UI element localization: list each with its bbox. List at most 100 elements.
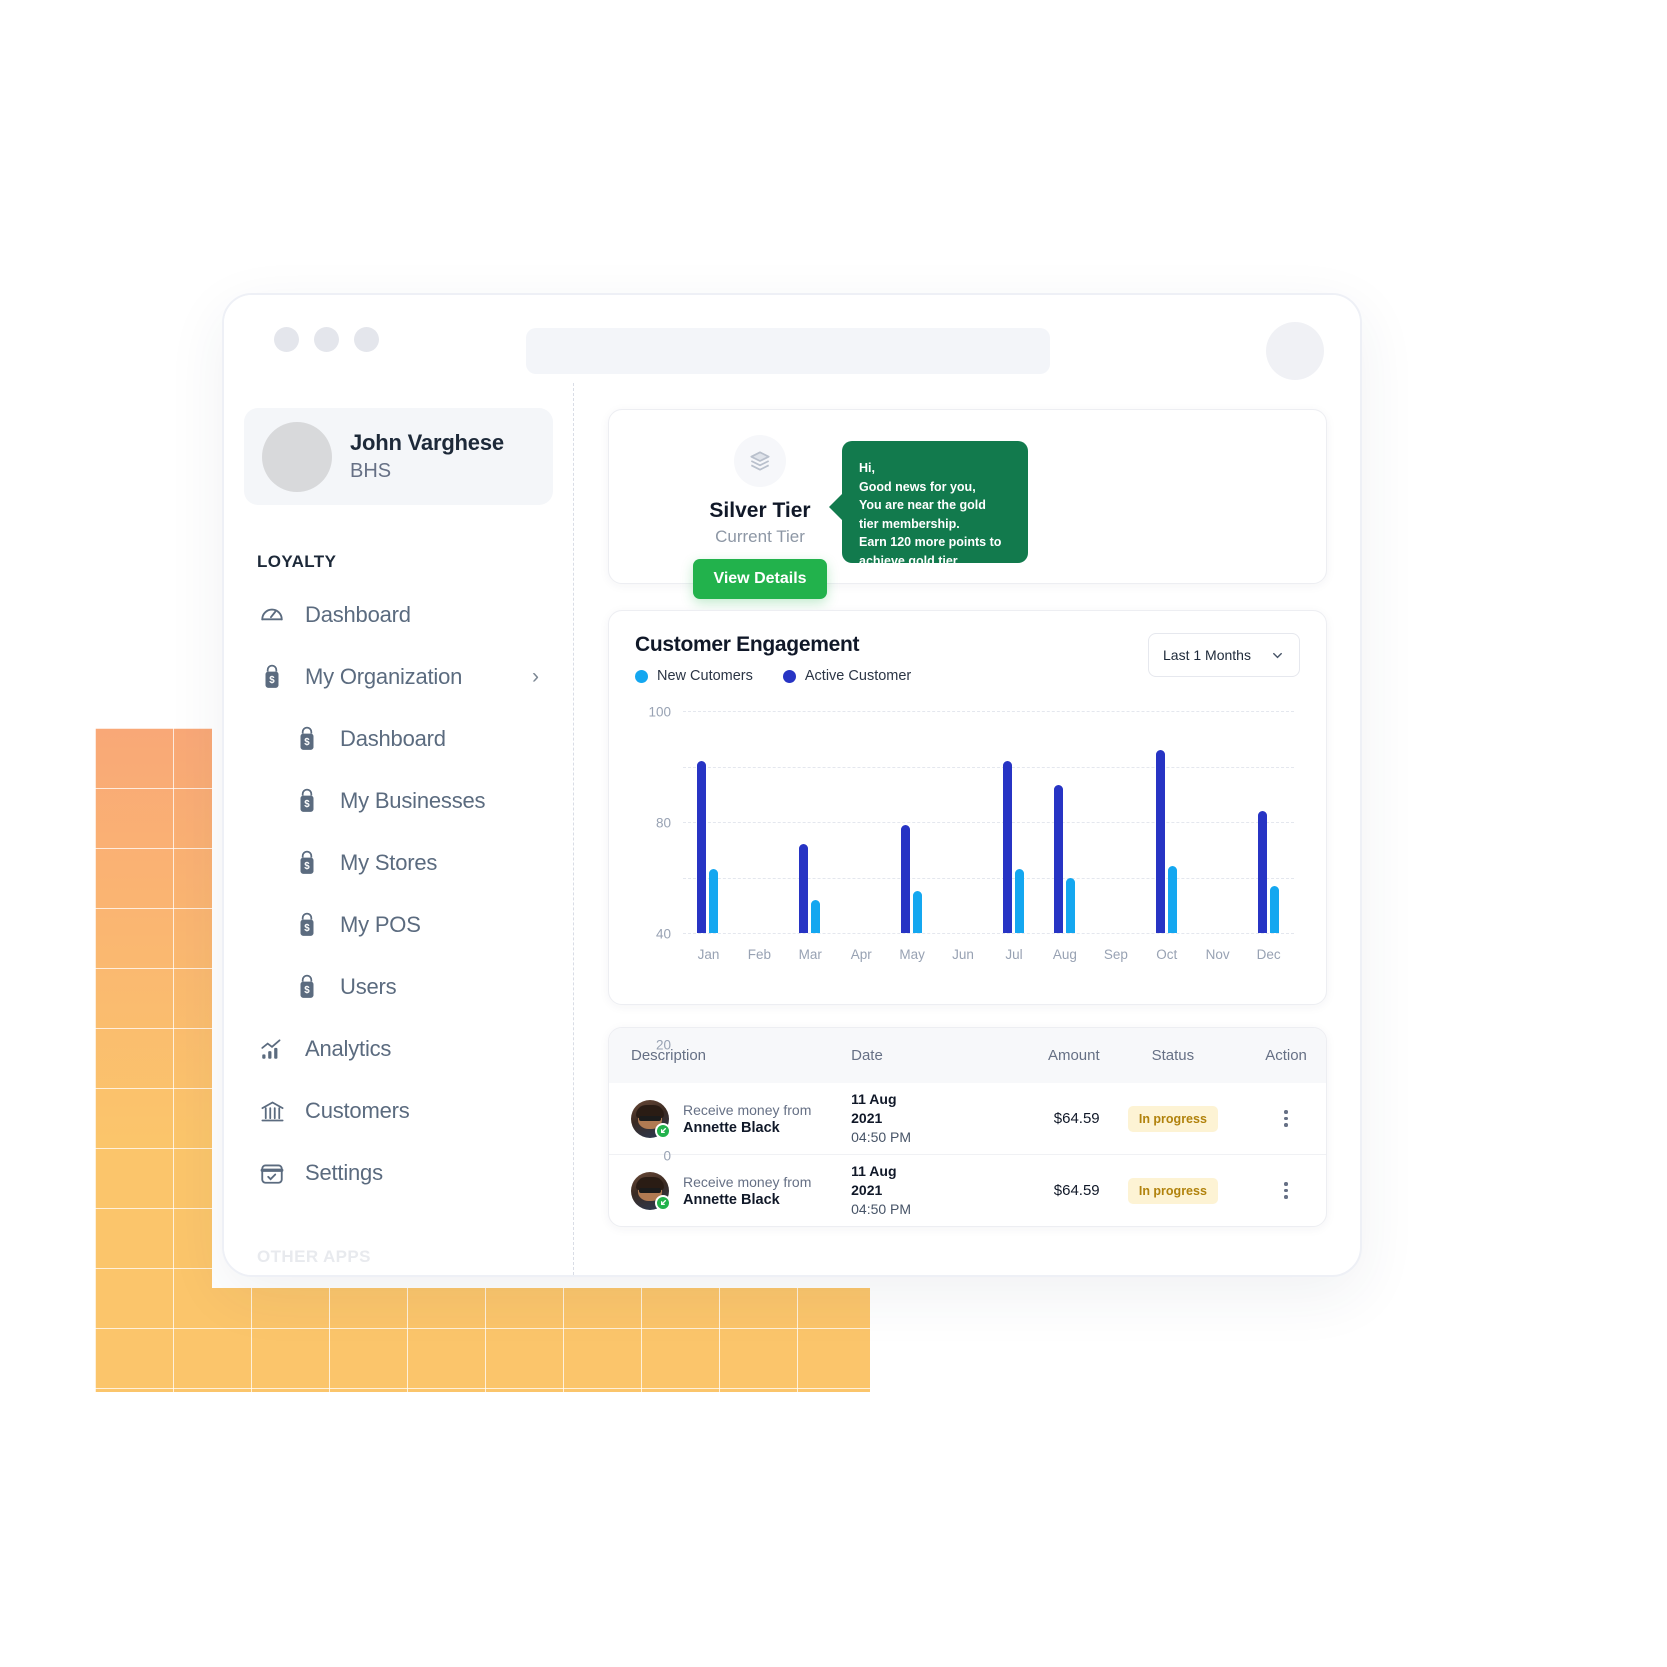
chart-bar-active-customer[interactable] [1053, 784, 1063, 933]
layers-icon [734, 435, 786, 487]
sidebar-item-dashboard[interactable]: Dashboard [224, 584, 573, 646]
chart-bar-active-customer[interactable] [799, 844, 809, 933]
chart-bar-new-customers[interactable] [1065, 877, 1075, 933]
chart-bar-active-customer[interactable] [901, 824, 911, 933]
svg-text:$: $ [304, 861, 310, 872]
chart-bar-active-customer[interactable] [1002, 760, 1012, 933]
chart-x-axis-tick: May [899, 947, 925, 962]
sidebar-item-my-organization[interactable]: $ My Organization › [224, 646, 573, 708]
window-controls[interactable] [274, 326, 379, 352]
svg-text:$: $ [304, 737, 310, 748]
profile-name: John Varghese [350, 430, 504, 455]
shopping-bag-dollar-icon: $ [292, 910, 322, 940]
row-actions-button[interactable] [1246, 1110, 1326, 1127]
chart-x-axis-tick: Apr [850, 947, 872, 962]
status-badge: In progress [1127, 1105, 1218, 1132]
sidebar-item-analytics[interactable]: Analytics [224, 1018, 573, 1080]
chart-bar-slot[interactable] [734, 711, 785, 933]
chart-title: Customer Engagement [635, 633, 860, 656]
transaction-description-cell: Receive money from Annette Black [609, 1099, 851, 1139]
view-details-button[interactable]: View Details [693, 559, 827, 599]
transaction-date-day: 11 Aug [851, 1163, 897, 1180]
arrow-down-left-icon [655, 1194, 671, 1211]
sidebar-item-my-businesses[interactable]: $ My Businesses [224, 770, 573, 832]
table-row[interactable]: Receive money from Annette Black 11 Aug … [609, 1155, 1326, 1226]
chart-bar-slot[interactable] [1039, 711, 1090, 933]
svg-text:$: $ [304, 923, 310, 934]
browser-titlebar [224, 295, 1360, 383]
chart-bar-new-customers[interactable] [811, 899, 821, 933]
sidebar-item-my-pos[interactable]: $ My POS [224, 894, 573, 956]
chart-y-axis-tick: 0 [663, 1148, 671, 1164]
avatar [262, 421, 332, 492]
legend-item-new-customers[interactable]: New Cutomers [635, 668, 753, 684]
sidebar-item-label: Settings [305, 1160, 383, 1185]
address-bar[interactable] [526, 328, 1050, 374]
chart-bar-active-customer[interactable] [697, 760, 707, 933]
main-content: Silver Tier Current Tier View Details Hi… [575, 383, 1360, 1275]
row-actions-button[interactable] [1246, 1182, 1326, 1199]
chart-bar-active-customer[interactable] [1155, 749, 1165, 933]
sidebar-item-users[interactable]: $ Users [224, 956, 573, 1018]
transaction-date-year: 2021 [851, 1182, 883, 1199]
maximize-window-dot[interactable] [354, 326, 379, 352]
chart-bar-new-customers[interactable] [913, 891, 923, 933]
chart-legend: New Cutomers Active Customer [635, 668, 911, 684]
chart-x-axis-tick: Jul [1005, 947, 1023, 962]
chart-bar-slot[interactable] [887, 711, 938, 933]
legend-label: Active Customer [804, 668, 912, 684]
chart-x-axis-tick: Sep [1103, 947, 1128, 962]
legend-item-active-customer[interactable]: Active Customer [782, 668, 912, 684]
table-header-row: Description Date Amount Status Action [609, 1028, 1326, 1083]
chevron-right-icon[interactable]: › [532, 665, 539, 689]
chart-bar-slot[interactable] [785, 711, 836, 933]
shopping-bag-dollar-icon: $ [292, 848, 322, 878]
kebab-menu-icon[interactable] [1284, 1182, 1288, 1199]
screenshot-stage: John Varghese BHS LOYALTY Dashboard $ My… [0, 0, 1667, 1667]
chart-bar-slot[interactable] [1090, 711, 1141, 933]
transaction-description-line1: Receive money from [683, 1101, 812, 1118]
chart-bar-slot[interactable] [1141, 711, 1192, 933]
table-row[interactable]: Receive money from Annette Black 11 Aug … [609, 1083, 1326, 1155]
chart-bars-and-grid: 0 20 40 80 100 [648, 705, 1294, 1164]
chart-x-axis-tick: Feb [747, 947, 772, 962]
chart-bar-slot[interactable] [683, 711, 734, 933]
chart-bar-slot[interactable] [836, 711, 887, 933]
close-window-dot[interactable] [274, 326, 299, 352]
minimize-window-dot[interactable] [314, 326, 339, 352]
sidebar-section-label: LOYALTY [257, 552, 337, 571]
chart-bar-slot[interactable] [1192, 711, 1243, 933]
sidebar-item-customers[interactable]: Customers [224, 1080, 573, 1142]
shopping-bag-dollar-icon: $ [292, 786, 322, 816]
chart-bar-new-customers[interactable] [1167, 866, 1177, 933]
sidebar-item-label: Users [340, 974, 397, 999]
profile-card[interactable]: John Varghese BHS [244, 408, 553, 505]
transaction-date-time: 04:50 PM [851, 1128, 912, 1145]
chart-bar-slot[interactable] [1243, 711, 1294, 933]
chart-bar-slot[interactable] [989, 711, 1040, 933]
chart-bar-group [683, 711, 1294, 933]
svg-text:$: $ [304, 799, 310, 810]
sidebar-item-settings[interactable]: Settings [224, 1142, 573, 1204]
transaction-amount: $64.59 [1053, 1182, 1100, 1199]
chart-gridline: 0 [663, 933, 1294, 1164]
account-avatar[interactable] [1266, 322, 1324, 380]
date-range-value: Last 1 Months [1163, 647, 1251, 663]
date-range-select[interactable]: Last 1 Months [1148, 633, 1300, 677]
chart-x-axis-tick: Dec [1256, 947, 1281, 962]
sidebar-item-org-dashboard[interactable]: $ Dashboard [224, 708, 573, 770]
column-header-description: Description [631, 1047, 707, 1064]
sidebar-item-label: My Stores [340, 850, 438, 875]
sidebar-item-label: Customers [305, 1098, 410, 1123]
chart-bar-active-customer[interactable] [1257, 810, 1267, 933]
chart-bar-new-customers[interactable] [709, 869, 719, 933]
shopping-bag-dollar-icon: $ [292, 724, 322, 754]
chart-bar-slot[interactable] [938, 711, 989, 933]
transaction-counterparty: Annette Black [683, 1191, 780, 1208]
sidebar-item-label: Analytics [305, 1036, 392, 1061]
chart-bar-new-customers[interactable] [1014, 869, 1024, 933]
chart-bar-new-customers[interactable] [1269, 885, 1279, 933]
sidebar-item-my-stores[interactable]: $ My Stores [224, 832, 573, 894]
kebab-menu-icon[interactable] [1284, 1110, 1288, 1127]
chart-x-axis-tick: Jan [697, 947, 720, 962]
